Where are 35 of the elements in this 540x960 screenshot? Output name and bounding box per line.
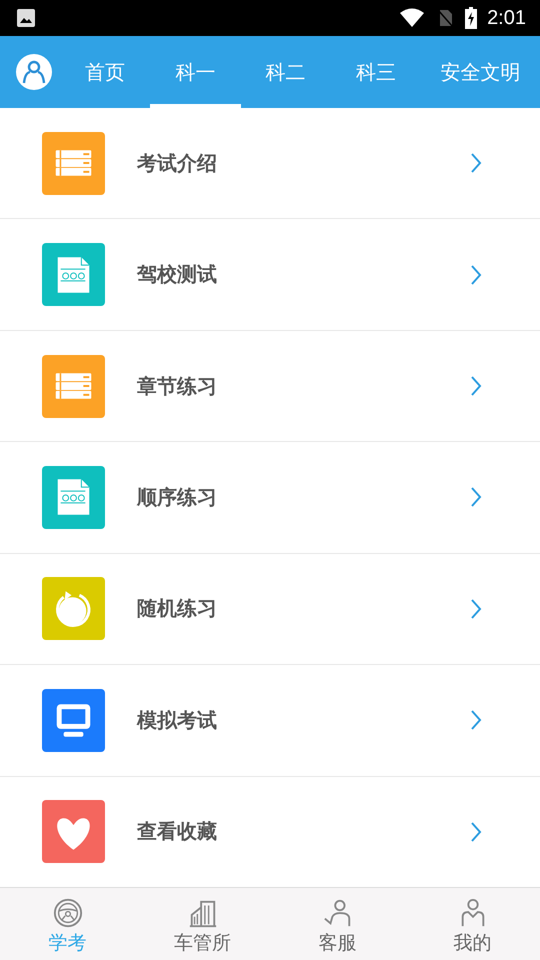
chevron-right-icon [470,375,482,398]
menu-label: 查看收藏 [137,818,218,846]
menu-item[interactable]: 驾校测试 [0,219,540,331]
nav-tab[interactable]: 我的 [405,888,540,960]
nav-tab[interactable]: 客服 [270,888,405,960]
avatar-icon[interactable] [16,54,52,90]
menu-label: 顺序练习 [137,484,218,511]
chevron-right-icon [470,486,482,508]
menu-item[interactable]: 顺序练习 [0,442,540,554]
menu-label: 驾校测试 [137,261,218,288]
menu-item[interactable]: 随机练习 [0,554,540,666]
chevron-right-icon [470,820,482,843]
chevron-right-icon [470,152,482,174]
tab[interactable]: 首页 [60,36,150,108]
tab[interactable]: 科一 [150,36,240,108]
tab[interactable]: 科二 [240,36,331,108]
menu-item[interactable]: 考试介绍 [0,108,540,220]
tab[interactable]: 科三 [330,36,421,108]
image-icon [16,8,36,28]
menu-item[interactable]: 章节练习 [0,330,540,442]
menu-label: 随机练习 [137,595,218,622]
status-time: 2:01 [487,6,526,30]
menu-item[interactable]: 模拟考试 [0,665,540,777]
wifi-icon [399,8,426,28]
chevron-right-icon [470,709,482,732]
steering-wheel-icon [52,898,84,928]
chevron-right-icon [470,264,482,286]
menu-label: 模拟考试 [137,706,218,734]
chevron-right-icon [470,598,482,620]
nav-tab[interactable]: 车管所 [135,888,270,960]
menu-label: 章节练习 [137,372,218,400]
menu-item[interactable]: 查看收藏 [0,776,540,887]
menu-label: 考试介绍 [137,150,218,177]
battery-charging-icon [465,7,478,29]
tab[interactable]: 安全文明 [421,36,540,108]
